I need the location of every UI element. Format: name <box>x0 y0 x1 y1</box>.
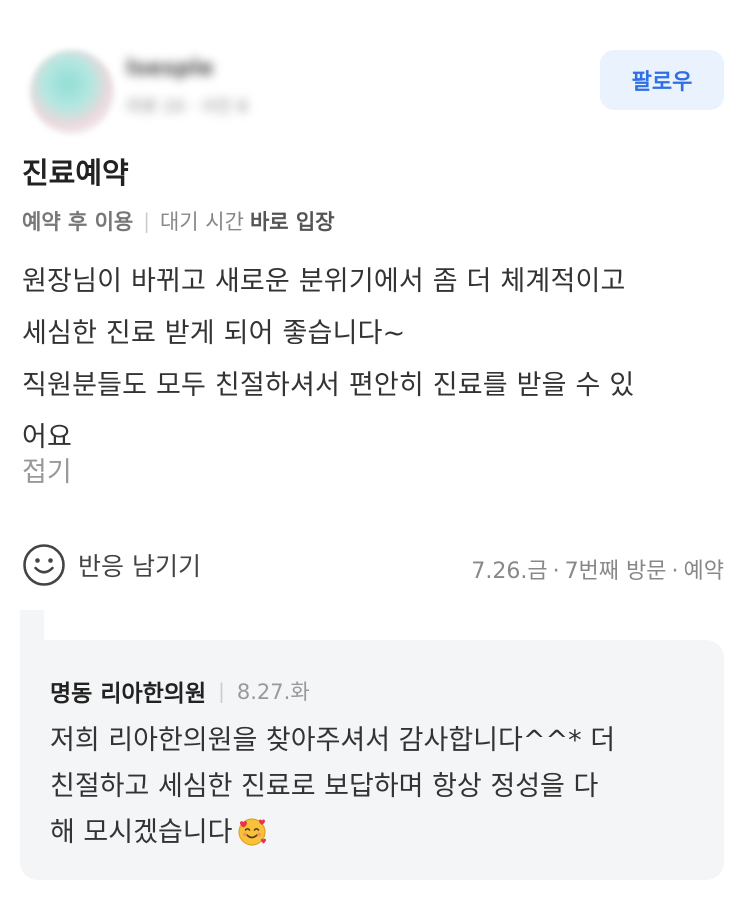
visit-count: 7번째 방문 <box>564 559 667 584</box>
reply-business-name: 명동 리아한의원 <box>50 681 207 707</box>
smiley-icon <box>23 544 65 586</box>
reply-line: 저희 리아한의원을 찾아주셔서 감사합니다^^* 더 <box>50 725 616 756</box>
follow-button[interactable]: 팔로우 <box>600 50 724 110</box>
reply-separator: | <box>218 679 225 703</box>
tag-wait-label: 대기 시간 <box>159 210 244 234</box>
tag-wait-value: 바로 입장 <box>249 210 335 234</box>
fold-button[interactable]: 접기 <box>22 450 72 489</box>
reply-line: 해 모시겠습니다 <box>50 817 233 848</box>
username[interactable]: Isesple <box>126 56 214 81</box>
user-avatar[interactable] <box>30 50 114 134</box>
review-header: Isesple 리뷰 10 · 사진 6 팔로우 <box>22 42 724 134</box>
owner-reply: 명동 리아한의원 | 8.27.화 저희 리아한의원을 찾아주셔서 감사합니다^… <box>20 640 724 880</box>
reply-line: 친절하고 세심한 진료로 보답하며 항상 정성을 다 <box>50 771 599 802</box>
reply-line-last: 해 모시겠습니다 <box>50 810 700 856</box>
reply-body: 저희 리아한의원을 찾아주셔서 감사합니다^^* 더 친절하고 세심한 진료로 … <box>50 718 700 856</box>
visit-date: 7.26.금 <box>471 559 548 584</box>
tag-reservation: 예약 후 이용 <box>22 210 134 234</box>
tag-separator: | <box>143 209 150 233</box>
reaction-button[interactable]: 반응 남기기 <box>22 543 201 587</box>
review-title: 진료예약 <box>22 156 129 190</box>
smiling-face-with-hearts-icon <box>238 818 267 846</box>
review-line: 원장님이 바뀌고 새로운 분위기에서 좀 더 체계적이고 <box>22 266 626 297</box>
visit-meta: 7.26.금 · 7번째 방문 · 예약 <box>471 559 724 584</box>
review-line: 세심한 진료 받게 되어 좋습니다~ <box>22 318 406 349</box>
review-body: 원장님이 바뀌고 새로운 분위기에서 좀 더 체계적이고 세심한 진료 받게 되… <box>22 256 732 464</box>
user-meta: 리뷰 10 · 사진 6 <box>126 97 249 117</box>
visit-type: 예약 <box>683 559 724 584</box>
review-tags: 예약 후 이용 | 대기 시간 바로 입장 <box>22 206 335 236</box>
review-line: 어요 <box>22 422 73 453</box>
reaction-label: 반응 남기기 <box>78 552 201 581</box>
reply-header: 명동 리아한의원 | 8.27.화 <box>50 674 310 708</box>
review-line: 직원분들도 모두 친절하셔서 편안히 진료를 받을 수 있 <box>22 370 635 401</box>
reply-date: 8.27.화 <box>236 680 310 704</box>
reply-connector <box>20 610 44 644</box>
